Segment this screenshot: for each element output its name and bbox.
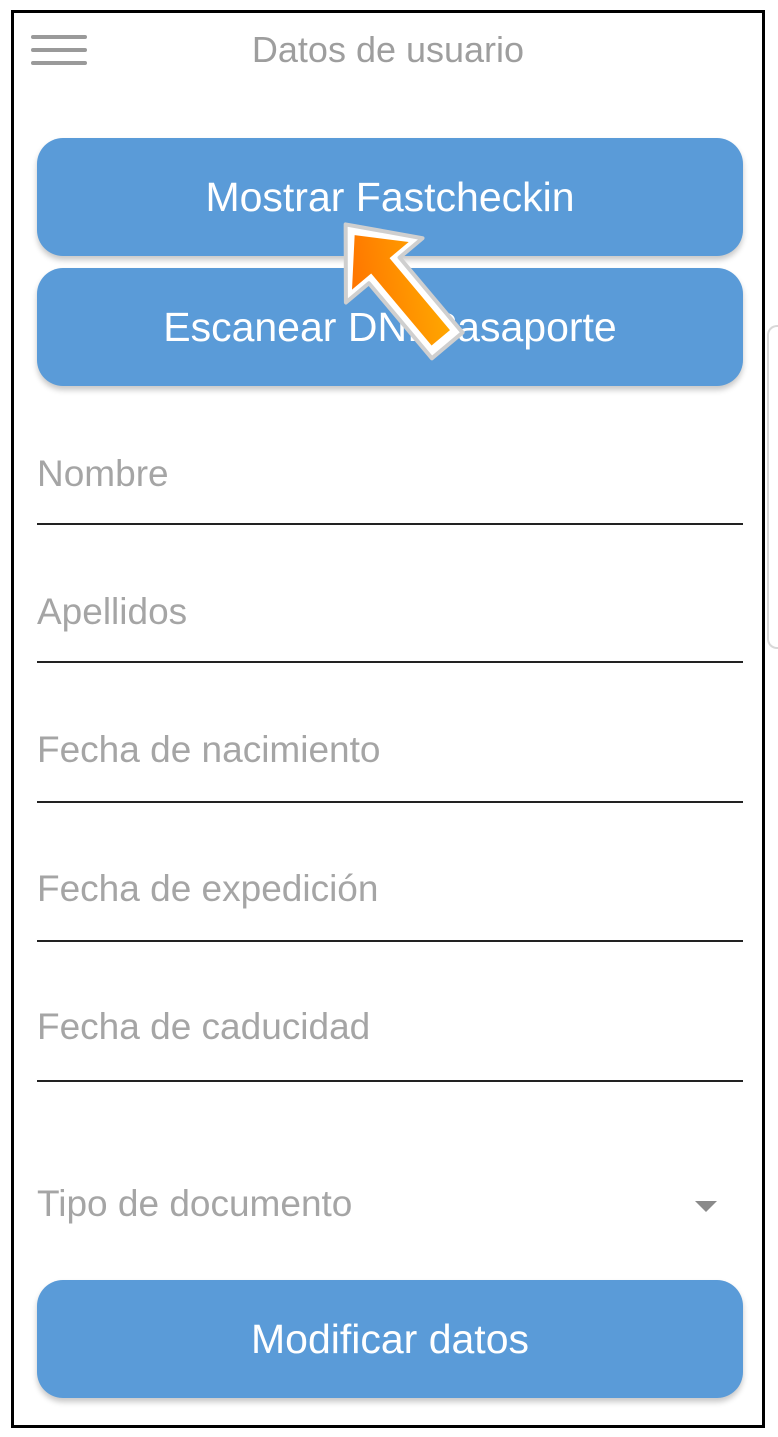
field-underline — [37, 1080, 743, 1082]
birth-date-placeholder: Fecha de nacimiento — [37, 729, 381, 770]
last-name-field[interactable]: Apellidos — [37, 583, 743, 663]
side-drawer-handle[interactable] — [767, 325, 778, 649]
first-name-field[interactable]: Nombre — [37, 445, 743, 525]
document-type-select[interactable]: Tipo de documento — [37, 1175, 743, 1245]
issue-date-field[interactable]: Fecha de expedición — [37, 862, 743, 942]
dropdown-arrow-icon — [695, 1201, 717, 1212]
show-fastcheckin-label: Mostrar Fastcheckin — [205, 173, 575, 220]
scan-document-button[interactable]: Escanear DNI/Pasaporte — [37, 268, 743, 386]
page-title: Datos de usuario — [251, 29, 525, 70]
app-screen: Datos de usuario Mostrar Fastcheckin Esc… — [11, 10, 765, 1428]
birth-date-field[interactable]: Fecha de nacimiento — [37, 723, 743, 803]
expiry-date-placeholder: Fecha de caducidad — [37, 1006, 371, 1047]
field-underline — [37, 940, 743, 942]
scan-document-label: Escanear DNI/Pasaporte — [163, 303, 617, 350]
field-underline — [37, 661, 743, 663]
modify-data-label: Modificar datos — [250, 1315, 529, 1362]
show-fastcheckin-button[interactable]: Mostrar Fastcheckin — [37, 138, 743, 256]
modify-data-button[interactable]: Modificar datos — [37, 1280, 743, 1398]
expiry-date-field[interactable]: Fecha de caducidad — [37, 1002, 743, 1082]
last-name-placeholder: Apellidos — [37, 591, 188, 632]
first-name-placeholder: Nombre — [37, 453, 169, 494]
issue-date-placeholder: Fecha de expedición — [37, 868, 379, 909]
document-type-placeholder: Tipo de documento — [37, 1183, 353, 1224]
field-underline — [37, 801, 743, 803]
field-underline — [37, 523, 743, 525]
